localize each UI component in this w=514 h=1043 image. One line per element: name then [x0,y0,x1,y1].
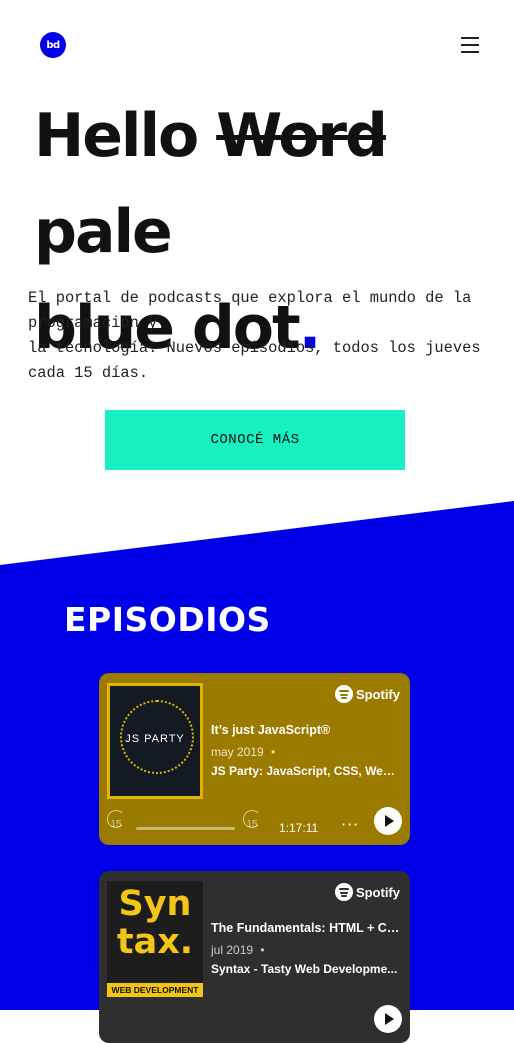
episode-date: jul 2019 • [211,943,265,957]
player-controls: 15 15 1:17:11 ··· [105,807,402,837]
podcast-cover: JS PARTY [107,683,203,799]
cover-text: Syn tax. [116,884,194,962]
spotify-icon [334,685,353,703]
hero-word-pale: pale [34,197,173,267]
episode-date-text: may 2019 [211,745,264,759]
show-name[interactable]: JS Party: JavaScript, CSS, Web... [211,764,399,778]
skip-back-icon[interactable]: 15 [105,810,127,830]
top-bar: bd [0,0,514,90]
menu-line [461,44,479,46]
episode-card[interactable]: Syn tax. WEB DEVELOPMENT Spotify The Fun… [99,871,410,1043]
skip-forward-label: 15 [246,819,258,830]
cover-band: WEB DEVELOPMENT [107,983,203,997]
menu-line [461,37,479,39]
skip-back-label: 15 [110,819,122,830]
episode-date: may 2019 • [211,745,275,759]
podcast-cover: Syn tax. WEB DEVELOPMENT [107,881,203,997]
separator-dot: • [260,943,265,957]
show-name[interactable]: Syntax - Tasty Web Developme... [211,962,399,976]
more-options-icon[interactable]: ··· [341,815,359,834]
menu-line [461,51,479,53]
cover-text: JS PARTY [125,733,185,745]
episodes-title: EPISODIOS [64,600,271,639]
learn-more-button[interactable]: CONOCÉ MÁS [105,410,405,470]
spotify-label: Spotify [355,884,400,900]
spotify-badge[interactable]: Spotify [334,683,400,705]
intro-text: El portal de podcasts que explora el mun… [28,289,481,382]
progress-bar[interactable] [136,827,235,830]
hero-word-struck: Word [216,101,388,171]
hamburger-menu-icon[interactable] [461,37,479,53]
skip-forward-icon[interactable]: 15 [241,810,263,830]
logo[interactable]: bd [40,32,66,58]
episode-title[interactable]: The Fundamentals: HTML + CSS [211,921,401,935]
spotify-badge[interactable]: Spotify [334,881,400,903]
hero-word-hello: Hello [34,101,199,171]
episode-title[interactable]: It’s just JavaScript® [211,723,401,737]
episode-date-text: jul 2019 [211,943,254,957]
spotify-label: Spotify [355,686,400,702]
play-button[interactable] [374,807,402,835]
spotify-icon [334,883,353,901]
separator-dot: • [271,745,276,759]
duration: 1:17:11 [279,821,319,835]
logo-text: bd [46,39,60,51]
play-button[interactable] [374,1005,402,1033]
episode-card[interactable]: JS PARTY Spotify It’s just JavaScript® m… [99,673,410,845]
